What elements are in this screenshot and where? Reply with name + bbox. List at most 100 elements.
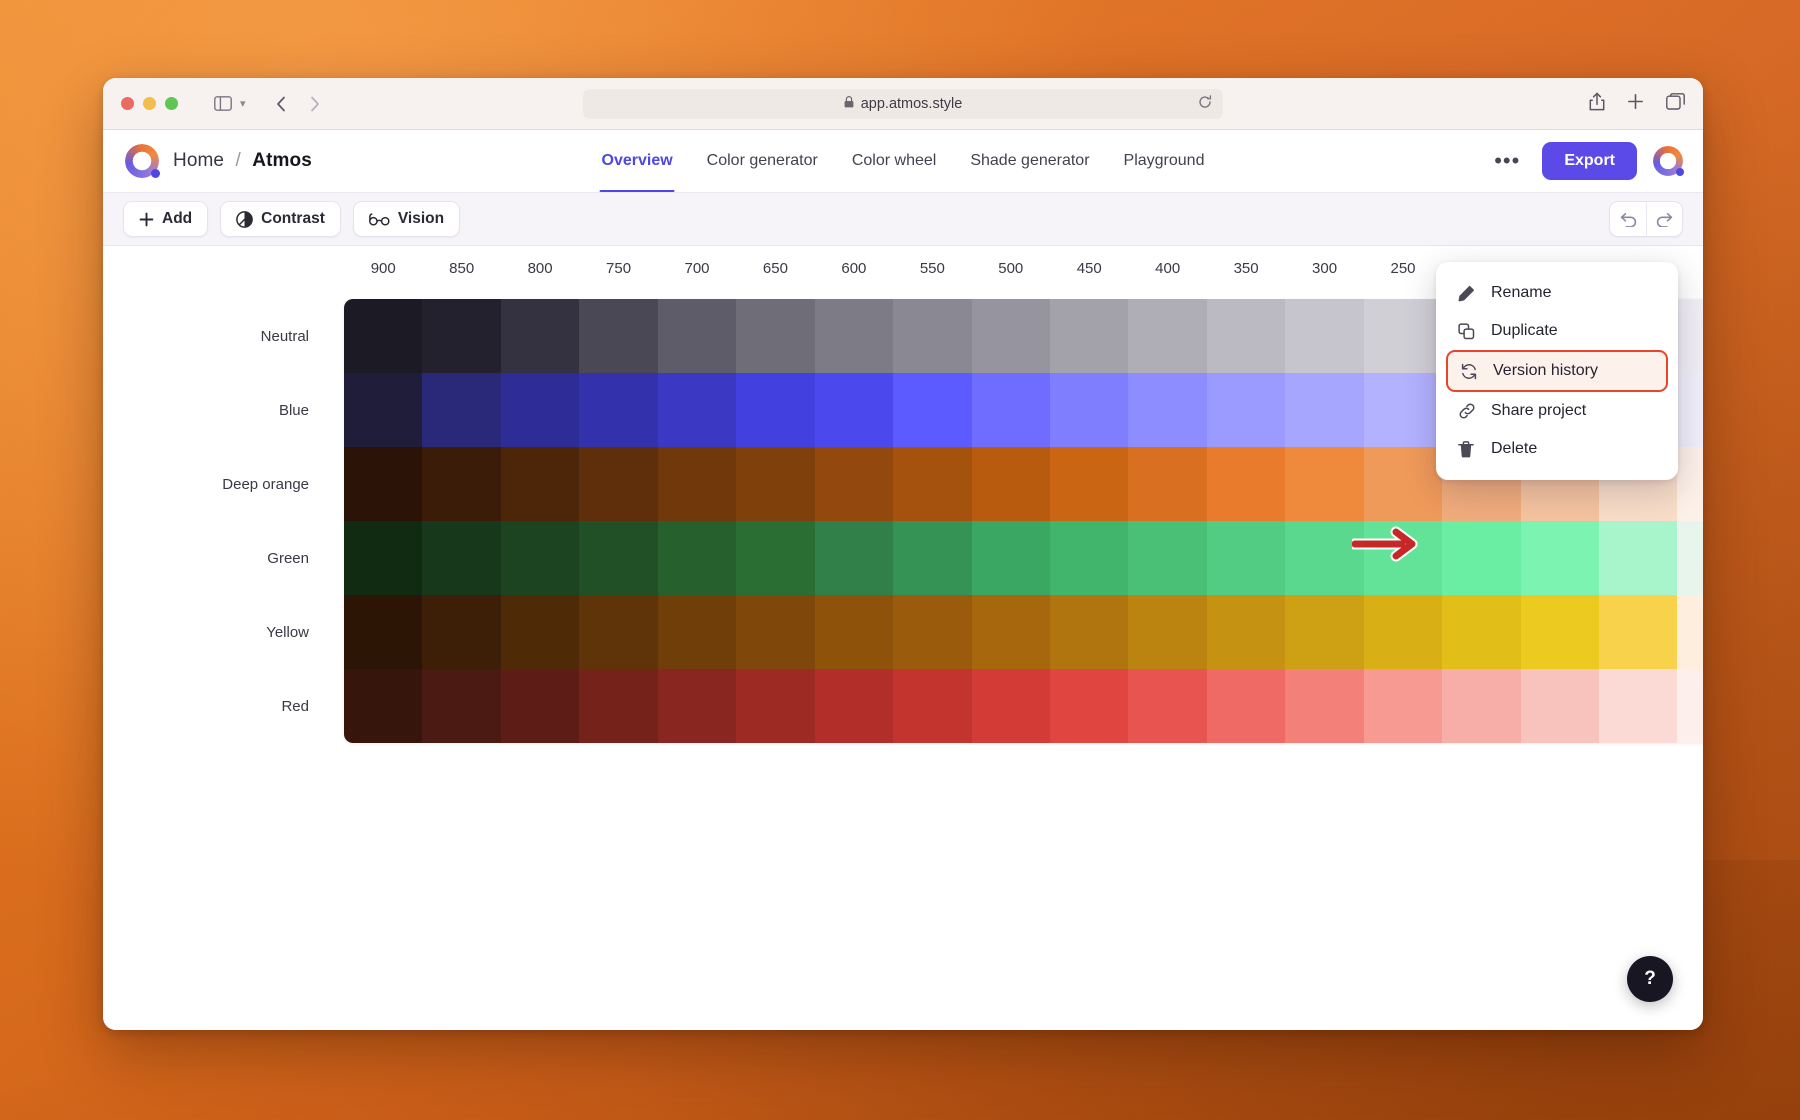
tab-color-generator[interactable]: Color generator	[705, 130, 820, 192]
color-swatch[interactable]	[658, 299, 736, 373]
color-swatch[interactable]	[501, 521, 579, 595]
color-swatch[interactable]	[736, 669, 814, 743]
avatar[interactable]	[1653, 146, 1683, 176]
breadcrumb-home-link[interactable]: Home	[173, 150, 224, 171]
color-swatch[interactable]	[972, 447, 1050, 521]
color-swatch[interactable]	[658, 373, 736, 447]
export-button[interactable]: Export	[1542, 142, 1637, 180]
color-swatch[interactable]	[815, 595, 893, 669]
color-swatch[interactable]	[736, 447, 814, 521]
color-swatch[interactable]	[579, 669, 657, 743]
color-swatch[interactable]	[1128, 373, 1206, 447]
color-swatch[interactable]	[1364, 373, 1442, 447]
close-window-button[interactable]	[121, 97, 134, 110]
color-swatch[interactable]	[815, 669, 893, 743]
color-swatch[interactable]	[736, 373, 814, 447]
color-swatch[interactable]	[1128, 299, 1206, 373]
menu-item-rename[interactable]: Rename	[1446, 274, 1668, 312]
vision-button[interactable]: Vision	[353, 201, 460, 237]
color-swatch[interactable]	[658, 669, 736, 743]
color-swatch[interactable]	[1677, 595, 1703, 669]
menu-item-share-project[interactable]: Share project	[1446, 392, 1668, 430]
color-swatch[interactable]	[1285, 373, 1363, 447]
tab-overview[interactable]: Overview	[600, 130, 675, 192]
sidebar-toggle-icon[interactable]	[208, 90, 238, 118]
color-swatch[interactable]	[1677, 373, 1703, 447]
color-swatch[interactable]	[1207, 373, 1285, 447]
color-swatch[interactable]	[1050, 595, 1128, 669]
color-swatch[interactable]	[501, 595, 579, 669]
color-swatch[interactable]	[1050, 447, 1128, 521]
color-swatch[interactable]	[1207, 669, 1285, 743]
more-options-button[interactable]: •••	[1488, 146, 1526, 176]
color-swatch[interactable]	[1285, 299, 1363, 373]
color-swatch[interactable]	[1128, 669, 1206, 743]
minimize-window-button[interactable]	[143, 97, 156, 110]
color-swatch[interactable]	[893, 447, 971, 521]
new-tab-plus-icon[interactable]	[1627, 93, 1644, 115]
redo-arrow-icon[interactable]	[1646, 202, 1682, 236]
color-swatch[interactable]	[893, 373, 971, 447]
color-swatch[interactable]	[1599, 595, 1677, 669]
color-swatch[interactable]	[815, 447, 893, 521]
color-swatch[interactable]	[501, 669, 579, 743]
menu-item-version-history[interactable]: Version history	[1446, 350, 1668, 392]
color-swatch[interactable]	[1050, 669, 1128, 743]
color-swatch[interactable]	[1677, 669, 1703, 743]
help-button[interactable]: ?	[1627, 956, 1673, 1002]
color-swatch[interactable]	[972, 299, 1050, 373]
color-swatch[interactable]	[1207, 595, 1285, 669]
color-swatch[interactable]	[1285, 595, 1363, 669]
color-swatch[interactable]	[579, 373, 657, 447]
color-swatch[interactable]	[1521, 595, 1599, 669]
color-swatch[interactable]	[1364, 299, 1442, 373]
color-swatch[interactable]	[972, 521, 1050, 595]
color-swatch[interactable]	[893, 521, 971, 595]
color-swatch[interactable]	[422, 521, 500, 595]
color-swatch[interactable]	[1677, 299, 1703, 373]
color-swatch[interactable]	[501, 447, 579, 521]
color-swatch[interactable]	[344, 373, 422, 447]
color-swatch[interactable]	[815, 299, 893, 373]
color-swatch[interactable]	[1364, 595, 1442, 669]
contrast-button[interactable]: Contrast	[220, 201, 341, 237]
color-swatch[interactable]	[1050, 521, 1128, 595]
atmos-logo-icon[interactable]	[125, 144, 159, 178]
color-swatch[interactable]	[893, 595, 971, 669]
color-swatch[interactable]	[893, 669, 971, 743]
tab-overview-icon[interactable]	[1666, 93, 1685, 115]
color-swatch[interactable]	[422, 299, 500, 373]
color-swatch[interactable]	[736, 595, 814, 669]
color-swatch[interactable]	[344, 521, 422, 595]
color-swatch[interactable]	[344, 299, 422, 373]
reload-icon[interactable]	[1198, 95, 1212, 112]
color-swatch[interactable]	[1285, 669, 1363, 743]
color-swatch[interactable]	[501, 299, 579, 373]
color-swatch[interactable]	[658, 447, 736, 521]
color-swatch[interactable]	[658, 521, 736, 595]
color-swatch[interactable]	[1599, 521, 1677, 595]
color-swatch[interactable]	[579, 299, 657, 373]
color-swatch[interactable]	[736, 521, 814, 595]
color-swatch[interactable]	[1364, 669, 1442, 743]
color-swatch[interactable]	[344, 595, 422, 669]
color-swatch[interactable]	[422, 669, 500, 743]
color-swatch[interactable]	[422, 447, 500, 521]
tab-shade-generator[interactable]: Shade generator	[968, 130, 1091, 192]
color-swatch[interactable]	[1050, 373, 1128, 447]
color-swatch[interactable]	[1599, 669, 1677, 743]
color-swatch[interactable]	[736, 299, 814, 373]
color-swatch[interactable]	[1128, 595, 1206, 669]
add-button[interactable]: Add	[123, 201, 208, 237]
color-swatch[interactable]	[815, 521, 893, 595]
color-swatch[interactable]	[422, 373, 500, 447]
undo-arrow-icon[interactable]	[1610, 202, 1646, 236]
color-swatch[interactable]	[1128, 447, 1206, 521]
color-swatch[interactable]	[972, 373, 1050, 447]
breadcrumb-current-project[interactable]: Atmos	[252, 150, 312, 171]
color-swatch[interactable]	[1207, 299, 1285, 373]
color-swatch[interactable]	[1677, 521, 1703, 595]
back-arrow-icon[interactable]	[268, 91, 294, 117]
color-swatch[interactable]	[1442, 595, 1520, 669]
color-swatch[interactable]	[1442, 521, 1520, 595]
